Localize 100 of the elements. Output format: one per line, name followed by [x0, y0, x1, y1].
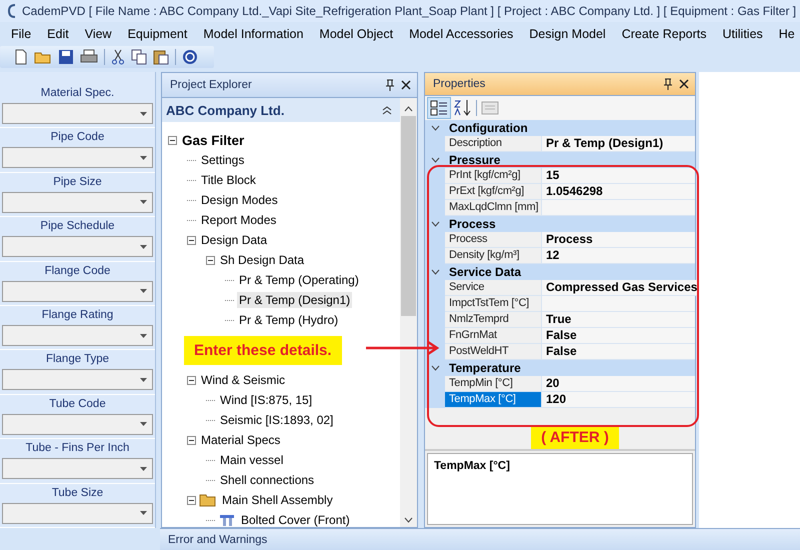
tree-item[interactable]: Design Modes: [199, 192, 280, 208]
pin-icon[interactable]: [385, 79, 395, 91]
tree-item[interactable]: Pr & Temp (Design1): [237, 292, 352, 308]
menu-item[interactable]: Create Reports: [614, 27, 714, 41]
property-value[interactable]: Process: [542, 232, 695, 248]
tree-item[interactable]: Seismic [IS:1893, 02]: [218, 412, 336, 428]
property-name[interactable]: MaxLqdClmn [mm]: [445, 200, 542, 216]
categorized-icon[interactable]: [428, 98, 450, 118]
property-value[interactable]: Compressed Gas Services: [542, 280, 698, 296]
property-value[interactable]: False: [542, 328, 695, 344]
tree-item[interactable]: Bolted Cover (Front): [239, 512, 352, 527]
paste-icon[interactable]: [153, 49, 169, 65]
scroll-down-icon[interactable]: [404, 517, 413, 523]
tree-item[interactable]: Settings: [199, 152, 246, 168]
tree-item[interactable]: Wind & Seismic: [199, 372, 288, 388]
collapse-toggle-icon[interactable]: [206, 256, 215, 264]
category-label[interactable]: Process: [445, 216, 496, 232]
dropdown-field[interactable]: [2, 502, 153, 524]
dropdown-field[interactable]: [2, 325, 153, 346]
menu-item[interactable]: Edit: [39, 27, 77, 41]
property-name[interactable]: NmlzTemprd: [445, 312, 542, 328]
scroll-up-icon[interactable]: [404, 106, 413, 112]
close-icon[interactable]: [679, 78, 689, 89]
property-name[interactable]: ImpctTstTem [°C]: [445, 296, 542, 312]
chevron-icon[interactable]: [430, 364, 440, 371]
tree-item[interactable]: Pr & Temp (Hydro): [237, 312, 340, 328]
chevron-icon[interactable]: [430, 156, 440, 163]
new-file-icon[interactable]: [14, 49, 28, 65]
property-name[interactable]: TempMin [°C]: [445, 376, 542, 392]
menu-item[interactable]: Model Information: [195, 27, 312, 41]
tree-item[interactable]: Material Specs: [199, 432, 282, 448]
property-value[interactable]: 120: [542, 392, 695, 408]
property-value[interactable]: False: [542, 344, 695, 360]
collapse-icon[interactable]: [382, 105, 392, 115]
tree-item[interactable]: Shell connections: [218, 472, 316, 488]
chevron-icon[interactable]: [430, 268, 440, 275]
help-icon[interactable]: [182, 49, 198, 65]
property-value[interactable]: 15: [542, 168, 695, 184]
property-name[interactable]: Service: [445, 280, 542, 296]
caret-icon: [140, 112, 147, 116]
tree-item[interactable]: Title Block: [199, 172, 258, 188]
property-name[interactable]: PrExt [kgf/cm²g]: [445, 184, 542, 200]
tree-item[interactable]: Main Shell Assembly: [220, 492, 335, 508]
property-name[interactable]: Description: [445, 136, 542, 152]
caret-icon: [140, 466, 147, 471]
scissors-icon[interactable]: [111, 49, 125, 65]
property-value[interactable]: 20: [542, 376, 695, 392]
property-name[interactable]: TempMax [°C]: [445, 392, 542, 408]
menu-item[interactable]: Equipment: [120, 27, 196, 41]
caret-icon: [140, 289, 147, 294]
dropdown-field[interactable]: [2, 147, 153, 168]
tree-item[interactable]: Gas Filter: [180, 132, 246, 148]
menu-item[interactable]: Utilities: [714, 27, 771, 41]
dropdown-field[interactable]: [2, 280, 153, 302]
menu-item[interactable]: Design Model: [521, 27, 614, 41]
property-value[interactable]: 1.0546298: [542, 184, 695, 200]
tree-item[interactable]: Main vessel: [218, 452, 286, 468]
dropdown-field[interactable]: [2, 236, 153, 258]
dropdown-field[interactable]: [2, 458, 153, 480]
collapse-toggle-icon[interactable]: [187, 436, 196, 444]
tree-item[interactable]: Report Modes: [199, 212, 278, 228]
menu-item[interactable]: File: [10, 27, 40, 41]
dropdown-field[interactable]: [2, 414, 153, 435]
chevron-icon[interactable]: [430, 124, 440, 131]
collapse-toggle-icon[interactable]: [187, 376, 196, 384]
project-name: ABC Company Ltd.: [166, 102, 284, 118]
chevron-icon[interactable]: [430, 220, 440, 227]
close-icon[interactable]: [401, 80, 411, 90]
property-name[interactable]: FnGrnMat: [445, 328, 542, 344]
property-value[interactable]: 12: [542, 248, 695, 264]
category-label[interactable]: Configuration: [445, 120, 528, 136]
property-name[interactable]: Density [kg/m³]: [445, 248, 542, 264]
pin-icon[interactable]: [663, 78, 673, 90]
scroll-thumb[interactable]: [401, 116, 416, 316]
scrollbar[interactable]: [400, 98, 417, 527]
collapse-toggle-icon[interactable]: [187, 236, 196, 244]
copy-icon[interactable]: [131, 49, 147, 65]
save-icon[interactable]: [58, 49, 74, 65]
dropdown-field[interactable]: [2, 103, 153, 124]
dropdown-field[interactable]: [2, 369, 153, 390]
tree-item[interactable]: Design Data: [199, 232, 270, 248]
menu-item[interactable]: View: [76, 27, 120, 41]
category-label[interactable]: Pressure: [445, 152, 500, 168]
menu-item[interactable]: Model Accessories: [401, 27, 522, 41]
tree-item[interactable]: Wind [IS:875, 15]: [218, 392, 314, 408]
menu-item[interactable]: Model Object: [311, 27, 402, 41]
property-name[interactable]: PrInt [kgf/cm²g]: [445, 168, 542, 184]
property-value[interactable]: Pr & Temp (Design1): [542, 136, 695, 152]
property-name[interactable]: PostWeldHT: [445, 344, 542, 360]
category-label[interactable]: Temperature: [445, 360, 521, 376]
dropdown-field[interactable]: [2, 192, 153, 213]
collapse-toggle-icon[interactable]: [187, 496, 196, 504]
collapse-toggle-icon[interactable]: [168, 136, 177, 144]
tree-item[interactable]: Sh Design Data: [218, 252, 306, 268]
property-value[interactable]: True: [542, 312, 695, 328]
property-name[interactable]: Process: [445, 232, 542, 248]
printer-icon[interactable]: [80, 49, 98, 65]
tree-item[interactable]: Pr & Temp (Operating): [237, 272, 361, 288]
category-label[interactable]: Service Data: [445, 264, 522, 280]
menu-item[interactable]: He: [770, 27, 800, 41]
